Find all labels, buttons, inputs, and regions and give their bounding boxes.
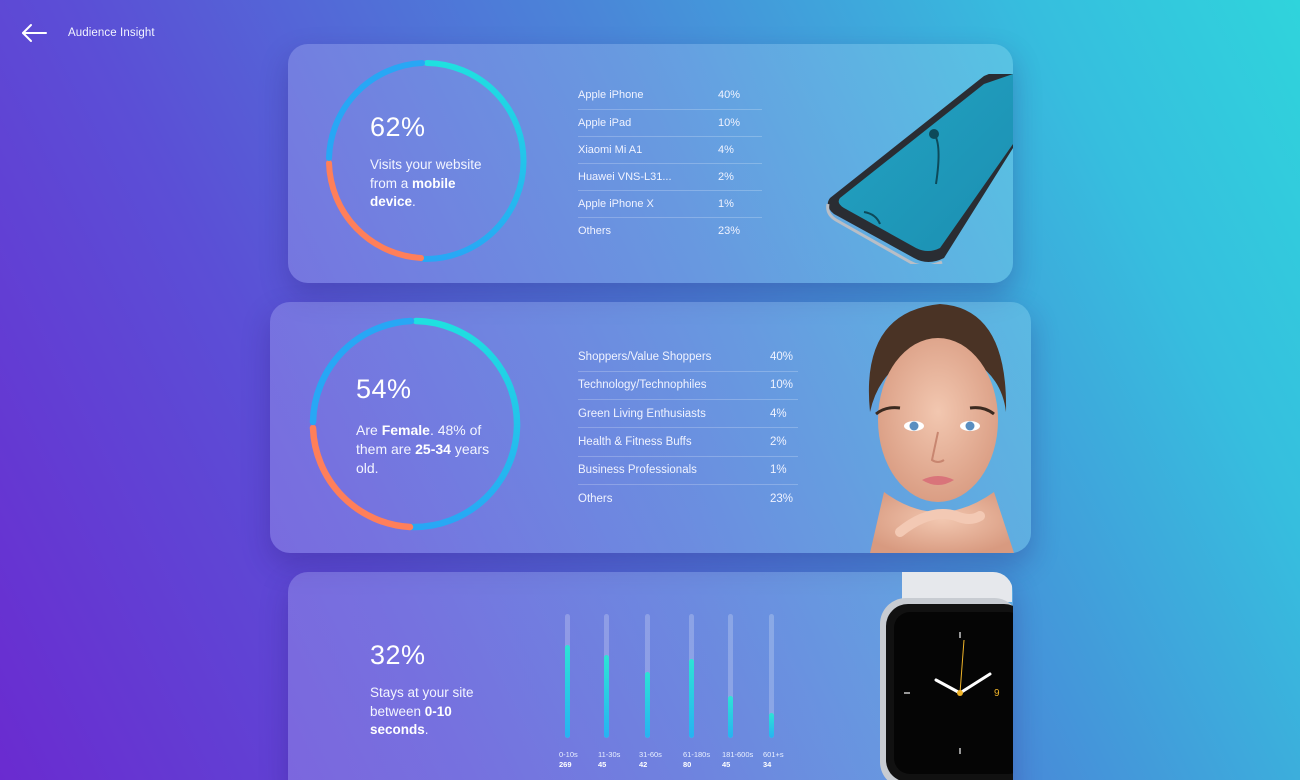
interests-table: Shoppers/Value Shoppers 40% Technology/Tec… xyxy=(578,343,798,513)
bar-value-label: 42 xyxy=(639,760,648,769)
mobile-device-card: 62% Visits your website from a mobile de… xyxy=(288,44,1013,283)
mobile-desc-end: . xyxy=(412,194,416,209)
interest-value: 1% xyxy=(770,456,798,485)
female-desc-text: Are xyxy=(356,422,382,438)
interest-value: 23% xyxy=(770,492,794,505)
interest-name: Others xyxy=(578,492,613,505)
interest-row: Shoppers/Value Shoppers 40% xyxy=(578,343,798,372)
device-value: 40% xyxy=(718,82,762,110)
bounce-percent: 32% xyxy=(370,640,426,670)
interest-row: Business Professionals 1% xyxy=(578,456,798,485)
device-name: Others xyxy=(578,224,612,237)
bar-fill xyxy=(645,672,650,738)
interest-name: Business Professionals xyxy=(578,456,770,485)
device-name: Apple iPad xyxy=(578,109,718,137)
bar-track xyxy=(565,614,570,738)
device-name: Xiaomi Mi A1 xyxy=(578,136,718,164)
bar-track xyxy=(645,614,650,738)
bar-category-label: 181-600s xyxy=(722,750,754,759)
age-range-emphasis: 25-34 xyxy=(415,441,451,457)
device-row: Huawei VNS-L31... 2% xyxy=(578,163,762,191)
interest-row: Green Living Enthusiasts 4% xyxy=(578,399,798,429)
bar-category-label: 31-60s xyxy=(639,750,662,759)
interest-value: 40% xyxy=(770,343,798,372)
bar-category-label: 61-180s xyxy=(683,750,711,759)
time-desc-text: Stays at your site between xyxy=(370,685,474,719)
device-name: Apple iPhone X xyxy=(578,190,718,218)
mobile-description: Visits your website from a mobile device… xyxy=(370,156,498,212)
time-description: Stays at your site between 0-10 seconds. xyxy=(370,684,490,740)
page-title: Audience Insight xyxy=(68,27,155,39)
bar-value-label: 34 xyxy=(763,760,772,769)
female-percent: 54% xyxy=(356,374,412,404)
time-desc-end: . xyxy=(424,722,429,737)
bar-category-label: 11-30s xyxy=(598,750,621,759)
bar-value-label: 45 xyxy=(722,760,731,769)
demographics-card: 54% Are Female. 48% of them are 25-34 ye… xyxy=(270,302,1031,553)
top-bar: Audience Insight xyxy=(20,20,155,46)
interest-row: Health & Fitness Buffs 2% xyxy=(578,427,798,457)
bar-fill xyxy=(604,655,609,738)
bar-track xyxy=(689,614,694,738)
bar-fill xyxy=(728,696,733,738)
time-on-site-card: 32% Stays at your site between 0-10 seco… xyxy=(288,572,1013,780)
interest-value: 2% xyxy=(770,427,798,457)
device-row: Others 23% xyxy=(578,217,762,244)
smartwatch-image: 9 xyxy=(880,572,1013,780)
device-value: 4% xyxy=(718,136,762,164)
back-button[interactable] xyxy=(20,20,50,46)
device-value: 10% xyxy=(718,109,762,137)
bar-category-label: 601+s xyxy=(763,750,784,759)
bar-value-label: 80 xyxy=(683,760,692,769)
device-row: Xiaomi Mi A1 4% xyxy=(578,136,762,164)
device-value: 23% xyxy=(718,224,741,237)
arrow-left-icon xyxy=(22,24,47,42)
bar-category-label: 0-10s xyxy=(559,750,578,759)
interest-value: 4% xyxy=(770,399,798,429)
svg-text:9: 9 xyxy=(994,688,1000,699)
device-row: Apple iPad 10% xyxy=(578,109,762,137)
interest-name: Shoppers/Value Shoppers xyxy=(578,343,770,372)
device-row: Apple iPhone X 1% xyxy=(578,190,762,218)
interest-row: Technology/Technophiles 10% xyxy=(578,371,798,401)
interest-row: Others 23% xyxy=(578,484,798,512)
device-name: Apple iPhone xyxy=(578,82,718,110)
interest-value: 10% xyxy=(770,371,798,401)
bar-value-label: 45 xyxy=(598,760,607,769)
interest-name: Technology/Technophiles xyxy=(578,371,770,401)
device-name: Huawei VNS-L31... xyxy=(578,163,718,191)
bar-track xyxy=(769,614,774,738)
bar-track xyxy=(604,614,609,738)
bar-track xyxy=(728,614,733,738)
smartphone-image xyxy=(826,74,1013,264)
device-row: Apple iPhone 40% xyxy=(578,82,762,110)
bar-value-label: 269 xyxy=(559,760,572,769)
device-table: Apple iPhone 40% Apple iPad 10% Xiaomi Mi A1… xyxy=(578,82,762,244)
mobile-percent: 62% xyxy=(370,112,426,142)
interest-name: Green Living Enthusiasts xyxy=(578,399,770,429)
female-desc-emphasis: Female xyxy=(381,422,430,438)
device-value: 1% xyxy=(718,190,762,218)
device-value: 2% xyxy=(718,163,762,191)
interest-name: Health & Fitness Buffs xyxy=(578,427,770,457)
female-description: Are Female. 48% of them are 25-34 years … xyxy=(356,421,496,478)
time-on-site-bar-chart: 0-10s 269 11-30s 45 31-60s 42 61-180s 80 181-600… xyxy=(558,614,788,769)
bar-fill xyxy=(769,713,774,738)
bar-fill xyxy=(565,645,570,738)
bar-fill xyxy=(689,659,694,738)
woman-portrait-image xyxy=(868,304,1014,553)
